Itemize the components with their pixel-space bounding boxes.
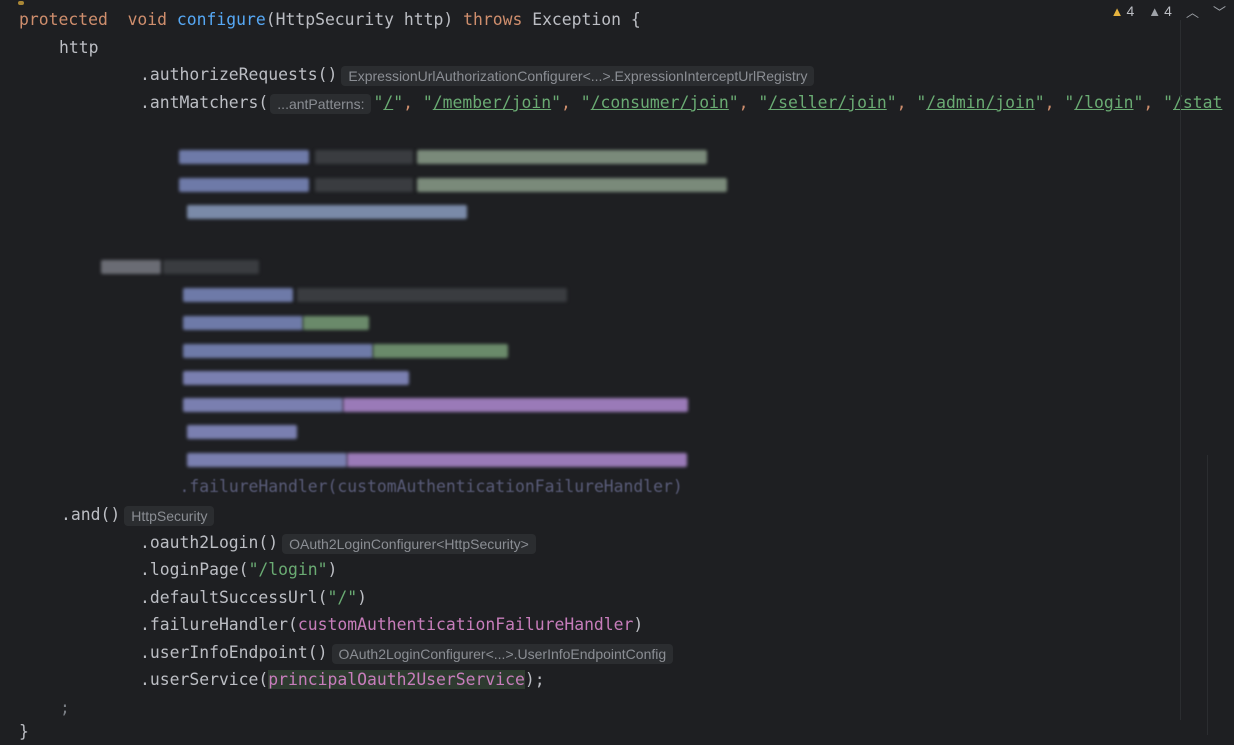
warning-icon: ▲ (1110, 3, 1124, 19)
code-editor[interactable]: protected void configure(HttpSecurity ht… (0, 0, 1234, 741)
blurred-line (144, 363, 689, 412)
keyword-protected: protected (19, 10, 108, 29)
right-margin-guide (1180, 20, 1181, 720)
url-string: "/stat (1163, 93, 1223, 112)
blurred-line (140, 115, 708, 164)
blurred-line (148, 390, 298, 439)
and-call: .and() (61, 505, 121, 524)
chevron-up-icon[interactable]: ︿ (1186, 2, 1199, 21)
oauth2-login-call: .oauth2Login() (140, 533, 279, 552)
code-line-userservice: .userService(principalOauth2UserService)… (140, 666, 545, 693)
chevron-down-icon[interactable]: ﹀ (1213, 2, 1226, 21)
comma: , (738, 93, 759, 112)
blurred-line (148, 418, 688, 467)
user-service-call: .userService( (140, 670, 269, 689)
type-hint: OAuth2LoginConfigurer<HttpSecurity> (282, 533, 536, 554)
user-info-endpoint-call: .userInfoEndpoint() (140, 643, 328, 662)
code-line-and: .and() HttpSecurity (61, 501, 215, 528)
blurred-line (144, 253, 568, 302)
url-string: "/member/join" (422, 93, 562, 112)
code-line-close: } (19, 722, 29, 741)
url-string: "/admin/join" (916, 93, 1045, 112)
param-hint: ...antPatterns: (270, 93, 372, 114)
string-login: "/login" (248, 560, 328, 579)
keyword-throws: throws (463, 10, 523, 29)
field-user-service: principalOauth2UserService (268, 670, 525, 689)
keyword-void: void (127, 10, 168, 29)
failure-handler-call: .failureHandler( (140, 615, 298, 634)
code-line-1: protected void configure(HttpSecurity ht… (19, 6, 641, 33)
login-page-call: .loginPage( (140, 560, 249, 579)
exception-type: Exception { (522, 10, 641, 29)
gutter-marker (18, 1, 24, 5)
blurred-line (144, 309, 509, 358)
comma: , (1044, 93, 1065, 112)
url-string: "/login" (1064, 93, 1144, 112)
comma: , (1143, 93, 1164, 112)
blurred-line (62, 225, 260, 274)
code-line-semicolon: ; (60, 698, 70, 717)
code-line-loginpage: .loginPage("/login") (140, 556, 337, 583)
type-hint: OAuth2LoginConfigurer<...>.UserInfoEndpo… (331, 643, 674, 664)
indent-guide (1207, 455, 1208, 735)
code-line-userinfo: .userInfoEndpoint() OAuth2LoginConfigurer… (140, 639, 674, 666)
warnings-count-2[interactable]: ▲ 4 (1148, 3, 1172, 19)
code-line-default: .defaultSuccessUrl("/") (140, 584, 367, 611)
blurred-line (140, 143, 728, 192)
blurred-line (144, 336, 410, 385)
comma: , (403, 93, 423, 112)
type-hint: HttpSecurity (124, 505, 215, 526)
paren: ) (327, 560, 338, 579)
method-name: configure (176, 10, 266, 29)
blurred-line (144, 281, 370, 330)
url-string: "/seller/join" (758, 93, 897, 112)
weak-warning-icon: ▲ (1148, 3, 1162, 19)
warnings-count-1[interactable]: ▲ 4 (1111, 3, 1135, 19)
paren-semicolon: ); (524, 670, 545, 689)
code-line-2: http (59, 38, 99, 57)
authorize-requests-call: .authorizeRequests() (140, 65, 338, 84)
comma: , (896, 93, 917, 112)
paren: ) (633, 615, 644, 634)
code-line-failure: .failureHandler(customAuthenticationFail… (140, 611, 643, 638)
url-string: "/" (373, 93, 404, 112)
ant-matchers-call: .antMatchers( (140, 93, 269, 112)
blurred-line (148, 170, 468, 219)
code-line-4: .antMatchers(...antPatterns: "/", "/membe… (140, 89, 1222, 116)
type-hint: ExpressionUrlAuthorizationConfigurer<...… (341, 65, 815, 86)
code-line-oauth: .oauth2Login() OAuth2LoginConfigurer<Http… (140, 529, 536, 556)
field-failure-handler: customAuthenticationFailureHandler (297, 615, 634, 634)
inspection-widget[interactable]: ▲ 4 ▲ 4 ︿ ﹀ (1111, 0, 1226, 22)
url-string: "/consumer/join" (580, 93, 739, 112)
blurred-failure-line: .failureHandler(customAuthenticationFail… (179, 477, 683, 496)
comma: , (561, 93, 581, 112)
default-success-call: .defaultSuccessUrl( (140, 588, 328, 607)
code-line-3: .authorizeRequests() ExpressionUrlAuthori… (140, 61, 815, 88)
string-root: "/" (327, 588, 358, 607)
url-list: "/", "/member/join", "/consumer/join", "… (373, 93, 1222, 112)
paren: ) (357, 588, 367, 607)
method-params: (HttpSecurity http) (265, 10, 464, 29)
